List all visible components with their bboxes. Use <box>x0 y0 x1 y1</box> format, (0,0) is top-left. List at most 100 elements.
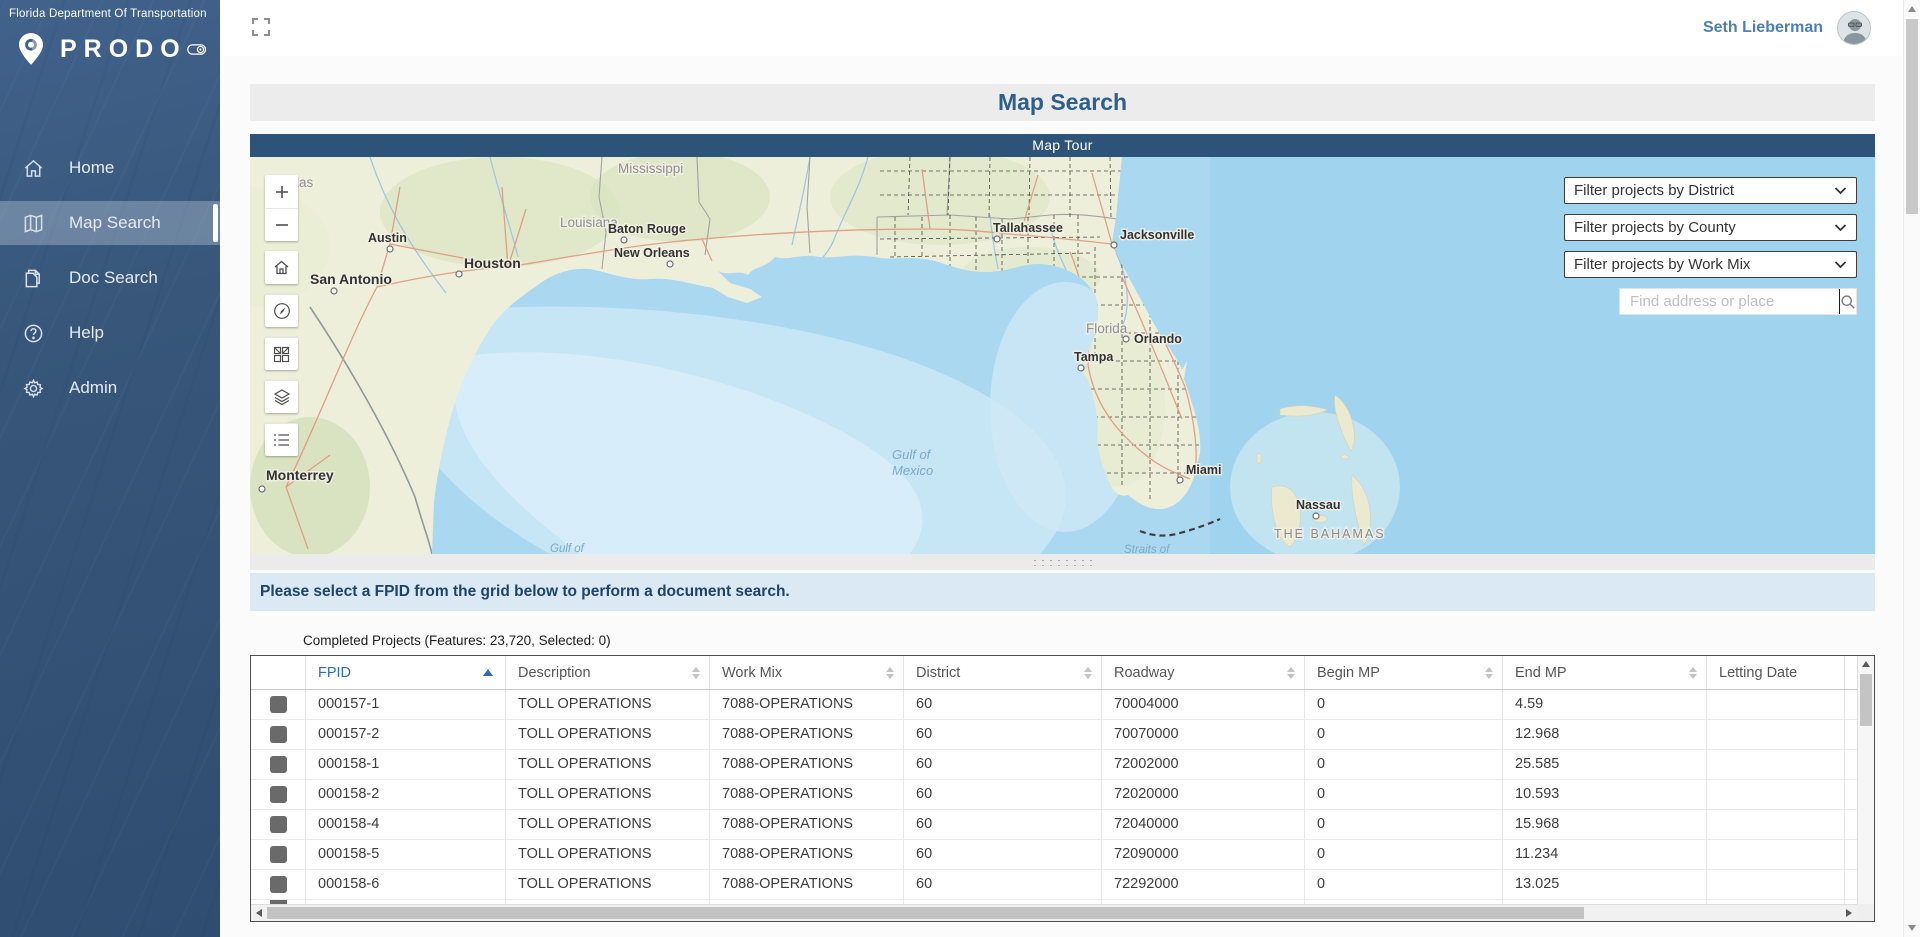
cell-description: TOLL OPERATIONS <box>506 840 710 869</box>
city-marker <box>667 261 673 267</box>
cell-letting-date <box>1707 750 1845 779</box>
sidebar-item-admin[interactable]: Admin <box>0 366 220 410</box>
row-checkbox[interactable] <box>270 816 287 833</box>
cell-begin-mp: 0 <box>1305 840 1503 869</box>
scroll-up-arrow-icon[interactable] <box>1862 661 1870 667</box>
map-controls <box>265 175 298 466</box>
fullscreen-icon[interactable] <box>251 17 271 37</box>
user-avatar[interactable] <box>1837 11 1871 45</box>
cell-work-mix: 7088-OPERATIONS <box>710 810 904 839</box>
page-scroll-thumb[interactable] <box>1906 19 1918 214</box>
page-scroll-up-icon[interactable] <box>1908 6 1916 12</box>
home-extent-button[interactable] <box>265 251 298 284</box>
help-icon <box>23 323 44 344</box>
column-header-letting-date[interactable]: Letting Date <box>1707 656 1845 689</box>
cell-district: 60 <box>904 720 1102 749</box>
column-header-end-mp[interactable]: End MP <box>1503 656 1707 689</box>
grid-vertical-scrollbar[interactable] <box>1857 656 1874 904</box>
column-label: End MP <box>1515 665 1567 681</box>
city-marker <box>1111 242 1117 248</box>
table-row[interactable]: 000158-2TOLL OPERATIONS7088-OPERATIONS60… <box>251 780 1874 810</box>
column-label: FPID <box>318 665 351 681</box>
scroll-right-arrow-icon[interactable] <box>1846 909 1852 917</box>
visibility-toggle-icon[interactable] <box>187 42 206 57</box>
column-label: District <box>916 665 960 681</box>
sidebar-item-home[interactable]: Home <box>0 146 220 190</box>
address-search-input[interactable] <box>1620 289 1839 314</box>
table-row[interactable]: 000157-1TOLL OPERATIONS7088-OPERATIONS60… <box>251 690 1874 720</box>
cell-end-mp: 15.968 <box>1503 810 1707 839</box>
city-marker <box>387 246 393 252</box>
page-title-bar: Map Search <box>250 84 1875 121</box>
grid-body: 000157-1TOLL OPERATIONS7088-OPERATIONS60… <box>251 690 1874 906</box>
row-checkbox[interactable] <box>270 726 287 743</box>
column-header-roadway[interactable]: Roadway <box>1102 656 1305 689</box>
header-checkbox-cell <box>251 656 306 689</box>
zoom-out-button[interactable] <box>265 208 298 241</box>
cell-fpid: 000157-2 <box>306 720 506 749</box>
column-header-description[interactable]: Description <box>506 656 710 689</box>
checkbox-cell <box>251 870 306 899</box>
table-row[interactable]: 000158-4TOLL OPERATIONS7088-OPERATIONS60… <box>251 810 1874 840</box>
table-row[interactable]: 000158-1TOLL OPERATIONS7088-OPERATIONS60… <box>251 750 1874 780</box>
grid-vscroll-thumb[interactable] <box>1860 674 1872 726</box>
cell-fpid: 000158-1 <box>306 750 506 779</box>
cell-description: TOLL OPERATIONS <box>506 870 710 899</box>
row-checkbox[interactable] <box>270 846 287 863</box>
map-label: Straits of <box>1124 544 1171 554</box>
map-label: Gulf of <box>892 447 932 462</box>
district-filter-select[interactable]: Filter projects by District <box>1564 177 1857 204</box>
search-button[interactable] <box>1840 289 1856 314</box>
map-label: Miami <box>1186 463 1221 477</box>
map-label: Tampa <box>1074 350 1114 364</box>
cell-end-mp: 25.585 <box>1503 750 1707 779</box>
column-header-fpid[interactable]: FPID <box>306 656 506 689</box>
map-label: Gulf of <box>550 543 586 554</box>
map-tour-button[interactable]: Map Tour <box>250 134 1875 157</box>
filter-select-label: Filter projects by District <box>1574 182 1734 199</box>
county-filter-select[interactable]: Filter projects by County <box>1564 214 1857 241</box>
page-scrollbar[interactable] <box>1903 0 1920 937</box>
grid-hscroll-thumb[interactable] <box>267 907 1584 919</box>
city-marker <box>1313 513 1319 519</box>
locate-button[interactable] <box>265 294 298 327</box>
map-label: THE BAHAMAS <box>1274 527 1386 541</box>
user-name[interactable]: Seth Lieberman <box>1703 19 1823 37</box>
legend-button[interactable] <box>265 423 298 456</box>
sidebar-item-help[interactable]: Help <box>0 311 220 355</box>
app-name: PRODO <box>60 35 187 64</box>
city-marker <box>331 288 337 294</box>
cell-fpid: 000158-5 <box>306 840 506 869</box>
map-resize-handle[interactable] <box>250 554 1875 570</box>
scroll-left-arrow-icon[interactable] <box>256 909 262 917</box>
table-row[interactable]: 000158-5TOLL OPERATIONS7088-OPERATIONS60… <box>251 840 1874 870</box>
table-row[interactable]: 000158-6TOLL OPERATIONS7088-OPERATIONS60… <box>251 870 1874 900</box>
sidebar-nav: Home Map Search Doc Search Help Admin <box>0 146 220 410</box>
row-checkbox[interactable] <box>270 696 287 713</box>
sidebar-item-label: Help <box>69 323 104 343</box>
sidebar-item-map-search[interactable]: Map Search <box>0 201 220 245</box>
resize-dots-icon <box>1031 558 1095 566</box>
row-checkbox[interactable] <box>270 876 287 893</box>
cell-fpid: 000158-2 <box>306 780 506 809</box>
workmix-filter-select[interactable]: Filter projects by Work Mix <box>1564 251 1857 278</box>
column-header-district[interactable]: District <box>904 656 1102 689</box>
page-scroll-down-icon[interactable] <box>1908 925 1916 931</box>
map-label: Tallahassee <box>993 221 1063 235</box>
column-header-work-mix[interactable]: Work Mix <box>710 656 904 689</box>
city-marker <box>621 237 627 243</box>
row-checkbox[interactable] <box>270 786 287 803</box>
zoom-in-button[interactable] <box>265 175 298 208</box>
layers-button[interactable] <box>265 380 298 413</box>
cell-begin-mp: 0 <box>1305 690 1503 719</box>
map-canvas[interactable]: TexasMississippiLouisianaAustinHoustonSa… <box>250 157 1875 554</box>
cell-letting-date <box>1707 780 1845 809</box>
column-header-begin-mp[interactable]: Begin MP <box>1305 656 1503 689</box>
sidebar-item-doc-search[interactable]: Doc Search <box>0 256 220 300</box>
basemap-gallery-button[interactable] <box>265 337 298 370</box>
row-checkbox[interactable] <box>270 756 287 773</box>
table-row[interactable]: 000157-2TOLL OPERATIONS7088-OPERATIONS60… <box>251 720 1874 750</box>
cell-begin-mp: 0 <box>1305 810 1503 839</box>
map-label: Mississippi <box>618 161 683 176</box>
grid-horizontal-scrollbar[interactable] <box>251 904 1857 921</box>
